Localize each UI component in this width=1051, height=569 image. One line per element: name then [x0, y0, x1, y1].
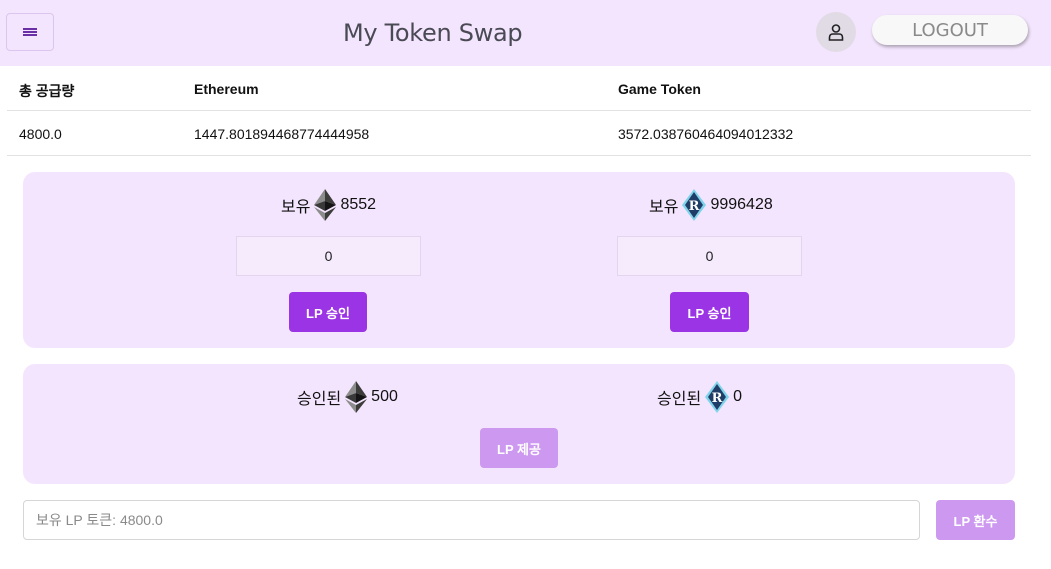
app-title: My Token Swap [343, 19, 523, 47]
column-header-total-supply: 총 공급량 [19, 83, 75, 99]
eth-holding: 보유 8552 [281, 188, 376, 222]
game-token-amount-input[interactable] [617, 236, 802, 276]
lp-redeem-button[interactable]: LP 환수 [936, 500, 1015, 540]
supply-table: 총 공급량 Ethereum Game Token 4800.0 1447.80… [7, 66, 1031, 156]
holding-label: 보유 [649, 199, 679, 216]
ethereum-icon [345, 381, 368, 413]
column-header-game-token: Game Token [618, 81, 701, 97]
eth-holding-amount: 8552 [340, 196, 377, 213]
menu-button[interactable] [6, 13, 54, 51]
game-token-approved-amount: 0 [733, 388, 743, 405]
game-token-reserve-value: 3572.038760464094012332 [618, 126, 794, 142]
approved-label: 승인된 [657, 391, 702, 408]
game-token-holding-amount: 9996428 [710, 196, 773, 213]
total-supply-value: 4800.0 [19, 126, 62, 142]
ethereum-icon [314, 189, 337, 221]
eth-amount-input[interactable] [236, 236, 421, 276]
approve-panel: 보유 8552 보유 R 9996428 LP 승인 LP 승인 [23, 172, 1015, 348]
eth-approved-amount: 500 [371, 388, 398, 405]
game-token-lp-approve-button[interactable]: LP 승인 [670, 292, 749, 332]
menu-icon [23, 28, 37, 36]
table-row: 4800.0 1447.801894468774444958 3572.0387… [7, 111, 1031, 156]
table-header-row: 총 공급량 Ethereum Game Token [7, 66, 1031, 111]
svg-text:R: R [689, 199, 700, 214]
game-token-icon: R [682, 189, 707, 221]
approved-label: 승인된 [297, 391, 342, 408]
game-token-holding: 보유 R 9996428 [649, 188, 773, 222]
column-header-ethereum: Ethereum [194, 81, 259, 97]
lp-token-input[interactable] [23, 500, 920, 540]
user-avatar-button[interactable] [816, 12, 856, 52]
holding-label: 보유 [281, 199, 311, 216]
eth-approved: 승인된 500 [297, 380, 398, 414]
lp-provide-button[interactable]: LP 제공 [480, 428, 558, 468]
game-token-icon: R [705, 381, 730, 413]
app-header: My Token Swap LOGOUT [0, 0, 1051, 66]
game-token-approved: 승인된 R 0 [657, 380, 742, 414]
provide-panel: 승인된 500 승인된 R 0 LP 제공 [23, 364, 1015, 484]
logout-button[interactable]: LOGOUT [872, 15, 1028, 45]
eth-lp-approve-button[interactable]: LP 승인 [289, 292, 367, 332]
ethereum-reserve-value: 1447.801894468774444958 [194, 126, 370, 142]
svg-text:R: R [712, 391, 723, 406]
user-icon [828, 24, 844, 41]
